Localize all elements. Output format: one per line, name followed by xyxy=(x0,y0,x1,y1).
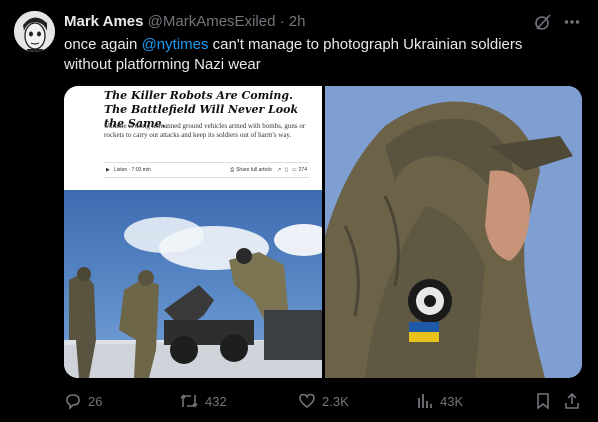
link-icon: ↗ xyxy=(276,167,282,173)
mention-link[interactable]: @nytimes xyxy=(142,36,209,53)
like-count: 2.3K xyxy=(322,393,349,409)
media-image-left[interactable]: The Killer Robots Are Coming. The Battle… xyxy=(64,86,322,378)
heart-icon xyxy=(299,393,315,408)
repost-count: 432 xyxy=(205,393,227,409)
article-subtitle: Ukraine is using unmanned ground vehicle… xyxy=(104,122,306,139)
article-share: Share full article xyxy=(236,167,272,173)
article-toolbar: ▶ Listen · 7:03 min ⎙ Share full article… xyxy=(104,162,309,178)
share-button[interactable] xyxy=(564,392,580,410)
avatar[interactable] xyxy=(14,11,55,52)
article-comments: 274 xyxy=(298,167,307,173)
share-icon: ⎙ xyxy=(230,167,235,173)
reply-button[interactable]: 26 xyxy=(64,392,102,410)
tweet-header: Mark Ames @MarkAmesExiled · 2h xyxy=(64,13,305,30)
repost-button[interactable]: 432 xyxy=(179,392,227,410)
grok-icon[interactable] xyxy=(534,13,552,31)
play-icon: ▶ xyxy=(106,167,110,173)
action-bar: 26 432 2.3K 43K xyxy=(64,392,584,412)
views-count: 43K xyxy=(440,393,464,409)
views-icon xyxy=(418,394,432,408)
article-screenshot: The Killer Robots Are Coming. The Battle… xyxy=(64,86,322,190)
more-icon[interactable] xyxy=(564,14,580,30)
post-time[interactable]: 2h xyxy=(289,13,306,30)
avatar-face-icon xyxy=(14,11,55,52)
media-grid: The Killer Robots Are Coming. The Battle… xyxy=(64,86,582,378)
separator-dot: · xyxy=(279,13,285,30)
media-image-right[interactable] xyxy=(325,86,582,378)
reply-count: 26 xyxy=(88,393,103,409)
author-handle[interactable]: @MarkAmesExiled xyxy=(148,13,276,30)
share-icon xyxy=(565,392,579,409)
author-name[interactable]: Mark Ames xyxy=(64,13,143,30)
soldier-portrait-photo xyxy=(325,86,582,378)
views-button[interactable]: 43K xyxy=(416,392,463,410)
tweet-text: once again @nytimes can't manage to phot… xyxy=(64,35,564,75)
soldiers-robot-photo xyxy=(64,190,322,378)
article-listen: Listen · 7:03 min xyxy=(113,167,151,173)
tweet-text-start: once again xyxy=(64,36,142,53)
bookmark-button[interactable] xyxy=(535,392,551,410)
repost-icon xyxy=(180,394,198,408)
bookmark-small-icon: ▯ xyxy=(285,167,288,173)
like-button[interactable]: 2.3K xyxy=(298,392,349,410)
reply-icon xyxy=(66,394,80,410)
comment-small-icon: ▭ xyxy=(291,167,297,173)
bookmark-icon xyxy=(537,393,549,410)
